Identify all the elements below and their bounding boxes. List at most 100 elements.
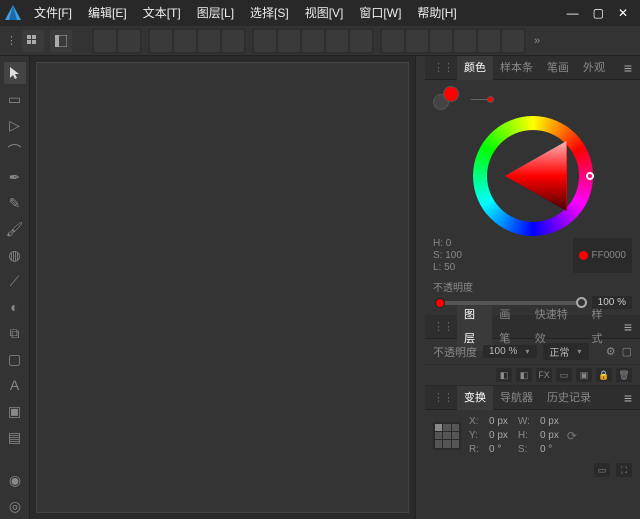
panel-menu-icon[interactable]: ≡ xyxy=(620,319,636,335)
place-tool[interactable]: ▣ xyxy=(4,400,26,422)
r-value[interactable]: 0 ° xyxy=(489,444,508,455)
tab-transform[interactable]: 变换 xyxy=(457,386,493,410)
panel-drag-icon[interactable]: ⋮⋮ xyxy=(429,391,457,404)
menu-window[interactable]: 窗口[W] xyxy=(351,0,409,26)
group-button[interactable]: ▭ xyxy=(556,368,572,382)
align-pixel-button[interactable]: ▭ xyxy=(594,463,610,477)
document-canvas[interactable] xyxy=(36,62,409,513)
menu-view[interactable]: 视图[V] xyxy=(297,0,352,26)
menu-select[interactable]: 选择[S] xyxy=(242,0,297,26)
delete-layer-button[interactable]: 🗑 xyxy=(616,368,632,382)
x-value[interactable]: 0 px xyxy=(489,416,508,427)
align-group-4 xyxy=(380,28,526,54)
fx-button[interactable]: FX xyxy=(536,368,552,382)
corner-tool[interactable]: ⌒ xyxy=(4,140,26,162)
panel-toggle-button[interactable] xyxy=(50,30,72,52)
constrain-button[interactable]: ⛶ xyxy=(616,463,632,477)
tab-history[interactable]: 历史记录 xyxy=(540,386,598,410)
text-tool[interactable]: A xyxy=(4,374,26,396)
menubar: 文件[F] 编辑[E] 文本[T] 图层[L] 选择[S] 视图[V] 窗口[W… xyxy=(0,0,640,26)
mask-button[interactable]: ◧ xyxy=(496,368,512,382)
layer-opacity-field[interactable]: 100 % ▾ xyxy=(483,345,537,358)
align-btn-14[interactable] xyxy=(430,30,452,52)
transparency-tool[interactable]: ◐ xyxy=(4,296,26,318)
tab-brushes[interactable]: 笔画 xyxy=(540,56,576,80)
close-button[interactable]: ✕ xyxy=(618,6,628,20)
shape-tool[interactable]: ▢ xyxy=(4,348,26,370)
tab-swatches[interactable]: 样本条 xyxy=(493,56,540,80)
tab-appearance[interactable]: 外观 xyxy=(576,56,612,80)
brush-tool[interactable]: 🖌 xyxy=(4,218,26,240)
minimize-button[interactable]: — xyxy=(567,6,579,20)
gear-icon[interactable]: ⚙ xyxy=(606,345,616,358)
layer-options-row: 不透明度 100 % ▾ 正常 ▾ ⚙ ▢ xyxy=(425,339,640,365)
slider-thumb-icon[interactable] xyxy=(576,297,587,308)
fill-swatch[interactable] xyxy=(443,86,459,102)
align-btn-15[interactable] xyxy=(454,30,476,52)
color-wheel[interactable] xyxy=(473,116,593,236)
adjustment-button[interactable]: ◧ xyxy=(516,368,532,382)
align-btn-2[interactable] xyxy=(118,30,140,52)
panel-menu-icon[interactable]: ≡ xyxy=(620,60,636,76)
swap-colors-icon[interactable]: ◉ xyxy=(4,469,26,491)
align-btn-1[interactable] xyxy=(94,30,116,52)
align-btn-4[interactable] xyxy=(174,30,196,52)
align-btn-3[interactable] xyxy=(150,30,172,52)
align-btn-12[interactable] xyxy=(382,30,404,52)
toolbar-overflow-icon[interactable]: » xyxy=(532,35,542,47)
align-btn-16[interactable] xyxy=(478,30,500,52)
visibility-button[interactable]: ▣ xyxy=(576,368,592,382)
align-btn-10[interactable] xyxy=(326,30,348,52)
w-value[interactable]: 0 px xyxy=(540,416,559,427)
anchor-picker[interactable] xyxy=(433,422,461,450)
eyedropper-picker[interactable] xyxy=(471,99,491,100)
move-tool[interactable] xyxy=(4,62,26,84)
sv-triangle[interactable] xyxy=(505,141,567,211)
s-value: 100 xyxy=(445,250,462,261)
window-controls: — ▢ ✕ xyxy=(567,6,640,20)
menu-help[interactable]: 帮助[H] xyxy=(409,0,464,26)
opacity-slider[interactable] xyxy=(433,301,586,305)
y-value[interactable]: 0 px xyxy=(489,430,508,441)
s-value[interactable]: 0 ° xyxy=(540,444,559,455)
align-btn-13[interactable] xyxy=(406,30,428,52)
menu-text[interactable]: 文本[T] xyxy=(135,0,189,26)
eyedropper-tool[interactable]: ⟋ xyxy=(4,270,26,292)
pencil-tool[interactable]: ✎ xyxy=(4,192,26,214)
panel-menu-icon[interactable]: ≡ xyxy=(620,390,636,406)
chevron-down-icon: ▾ xyxy=(577,347,581,356)
link-wh-icon[interactable]: ⟳ xyxy=(567,429,577,443)
maximize-button[interactable]: ▢ xyxy=(593,6,604,20)
align-btn-7[interactable] xyxy=(254,30,276,52)
hue-indicator-icon[interactable] xyxy=(586,172,594,180)
export-tool[interactable]: ▤ xyxy=(4,426,26,448)
menu-edit[interactable]: 编辑[E] xyxy=(80,0,135,26)
fill-stroke-swatches[interactable] xyxy=(433,86,461,112)
tab-color[interactable]: 颜色 xyxy=(457,56,493,80)
fg-bg-swatch[interactable]: ◎ xyxy=(4,495,26,517)
toolbar-handle-icon[interactable]: ⋮⋮ xyxy=(6,34,16,47)
crop-tool[interactable]: ⧉ xyxy=(4,322,26,344)
align-btn-17[interactable] xyxy=(502,30,524,52)
align-btn-6[interactable] xyxy=(222,30,244,52)
lock-button[interactable]: 🔒 xyxy=(596,368,612,382)
menu-layer[interactable]: 图层[L] xyxy=(189,0,242,26)
panel-drag-icon[interactable]: ⋮⋮ xyxy=(429,61,457,74)
fill-tool[interactable]: ◍ xyxy=(4,244,26,266)
panel-drag-icon[interactable]: ⋮⋮ xyxy=(429,320,457,333)
lock-icon[interactable]: ▢ xyxy=(622,345,632,358)
h-value[interactable]: 0 px xyxy=(540,430,559,441)
align-btn-11[interactable] xyxy=(350,30,372,52)
pen-tool[interactable]: ✒ xyxy=(4,166,26,188)
blend-mode-select[interactable]: 正常 ▾ xyxy=(543,343,589,360)
menu-file[interactable]: 文件[F] xyxy=(26,0,80,26)
align-btn-8[interactable] xyxy=(278,30,300,52)
slider-start-icon[interactable] xyxy=(435,298,445,308)
tab-navigator[interactable]: 导航器 xyxy=(493,386,540,410)
node-tool[interactable]: ▷ xyxy=(4,114,26,136)
grid-view-button[interactable] xyxy=(22,30,44,52)
hex-field[interactable]: FF0000 xyxy=(573,238,632,273)
align-btn-9[interactable] xyxy=(302,30,324,52)
align-btn-5[interactable] xyxy=(198,30,220,52)
artboard-tool[interactable]: ▭ xyxy=(4,88,26,110)
